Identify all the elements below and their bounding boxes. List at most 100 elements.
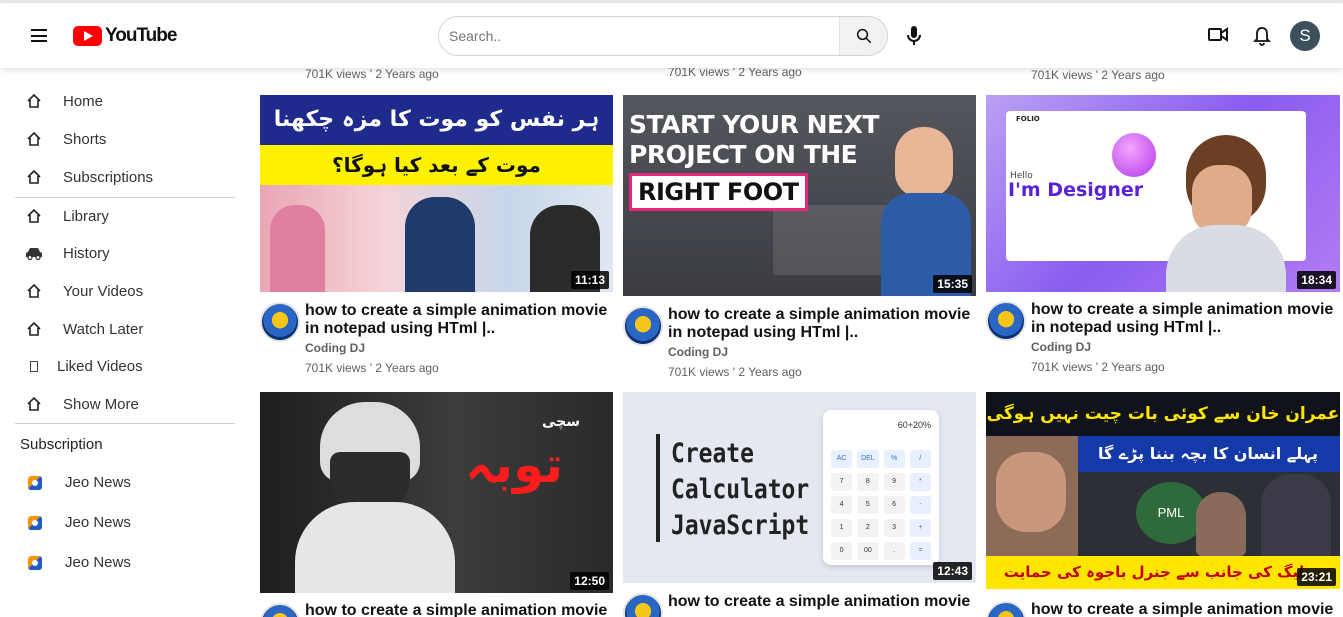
sidebar-item-label: Your Videos (63, 282, 144, 300)
channel-avatar[interactable] (623, 593, 663, 617)
search-input[interactable] (439, 17, 839, 55)
sidebar: Home Shorts Subscriptions Library Histor… (0, 68, 245, 617)
calculator-key: 7 (831, 473, 853, 491)
thumbnail-caption: عمران خان سے کوئی بات چیت نہیں ہوگی (986, 392, 1340, 436)
sidebar-divider (15, 197, 235, 198)
thumbnail-caption: PROJECT ON THE (629, 140, 858, 169)
channel-avatar[interactable] (986, 301, 1026, 341)
channel-avatar[interactable] (260, 302, 300, 342)
subscription-item-jeo-news[interactable]: Jeo News (28, 474, 131, 491)
search-button[interactable] (839, 17, 887, 55)
thumbnail-caption: RIGHT FOOT (629, 173, 808, 211)
video-thumbnail[interactable]: Create Calculator JavaScript 60+20% AC DE… (623, 392, 976, 583)
calculator-key: DEL (857, 450, 879, 468)
geo-news-icon (28, 555, 42, 570)
calculator-key: 1 (831, 519, 853, 537)
sidebar-divider (15, 423, 235, 424)
thumbnail-caption: Create (671, 438, 754, 469)
calculator-key: = (909, 542, 931, 560)
sidebar-item-library[interactable]: Library (25, 207, 109, 225)
calculator-key: 0 (831, 542, 853, 560)
missing-glyph-icon (25, 357, 43, 375)
thumbnail-caption: I'm Designer (1008, 179, 1144, 201)
car-icon (25, 244, 43, 262)
calculator-key: . (883, 542, 905, 560)
calculator-key: 6 (883, 496, 905, 514)
sidebar-item-watch-later[interactable]: Watch Later (25, 320, 143, 338)
sidebar-item-show-more[interactable]: Show More (25, 395, 139, 413)
video-thumbnail[interactable]: عمران خان سے کوئی بات چیت نہیں ہوگی پہلے… (986, 392, 1340, 589)
channel-avatar[interactable] (986, 601, 1026, 617)
home-icon (25, 130, 43, 148)
video-duration: 12:50 (570, 572, 609, 590)
thumbnail-caption: FOLIO (1016, 115, 1040, 123)
hamburger-menu-icon[interactable] (31, 29, 47, 42)
thumbnail-caption: JavaScript (671, 510, 810, 541)
channel-name[interactable]: Coding DJ (305, 341, 365, 355)
thumbnail-scene (260, 185, 613, 292)
sidebar-item-subscriptions[interactable]: Subscriptions (25, 168, 153, 186)
calculator-display: 60+20% (897, 420, 931, 430)
channel-avatar[interactable] (623, 306, 663, 346)
sidebar-item-your-videos[interactable]: Your Videos (25, 282, 143, 300)
user-avatar[interactable]: S (1290, 21, 1320, 51)
video-duration: 23:21 (1297, 568, 1336, 586)
create-video-icon[interactable] (1208, 26, 1228, 49)
sidebar-item-home[interactable]: Home (25, 92, 103, 110)
search-bar (438, 16, 888, 56)
calculator-key: * (909, 473, 931, 491)
channel-name[interactable]: Coding DJ (1031, 340, 1091, 354)
calculator-key: 00 (857, 542, 879, 560)
calculator-key: AC (831, 450, 853, 468)
calculator-key: % (883, 450, 905, 468)
video-meta: 701K views ' 2 Years ago (668, 365, 802, 379)
subscription-item-jeo-news[interactable]: Jeo News (28, 514, 131, 531)
video-title[interactable]: how to create a simple animation movie i… (1031, 301, 1341, 337)
calculator-key: 3 (883, 519, 905, 537)
home-icon (25, 395, 43, 413)
thumbnail-caption: پہلے انسان کا بچہ بننا پڑے گا (1076, 436, 1340, 472)
logo-text: YouTube (105, 25, 177, 46)
video-duration: 18:34 (1297, 271, 1336, 289)
video-duration: 11:13 (570, 271, 609, 289)
subscription-item-jeo-news[interactable]: Jeo News (28, 554, 131, 571)
subscription-heading: Subscription (20, 436, 103, 453)
top-header: YouTube S (0, 3, 1343, 68)
calculator-illustration: 60+20% AC DEL%/ 7 8 9 * 4 5 6- 1 2 3 +0 00. = (823, 410, 939, 565)
calculator-key: 4 (831, 496, 853, 514)
video-title[interactable]: how to create a simple animation movie i… (305, 302, 615, 338)
video-thumbnail[interactable]: ہر نفس کو موت کا مزہ چکھنا ہے موت کے بعد… (260, 95, 613, 292)
channel-name[interactable]: Coding DJ (668, 345, 728, 359)
sidebar-item-label: Liked Videos (57, 357, 143, 375)
video-meta: 701K views ' 2 Years ago (305, 361, 439, 375)
video-title[interactable]: how to create a simple animation movie i… (668, 306, 978, 342)
video-thumbnail[interactable]: START YOUR NEXT PROJECT ON THE RIGHT FOO… (623, 95, 976, 296)
video-title[interactable]: how to create a simple animation movie (668, 593, 978, 611)
video-thumbnail[interactable]: FOLIO Hello I'm Designer 18:34 (986, 95, 1340, 292)
video-title[interactable]: how to create a simple animation movie (1031, 601, 1341, 617)
microphone-icon[interactable] (905, 25, 923, 52)
notifications-bell-icon[interactable] (1252, 26, 1272, 51)
calculator-key: 2 (857, 519, 879, 537)
video-meta: 701K views ' 2 Years ago (1031, 360, 1165, 374)
sidebar-item-label: Subscriptions (63, 168, 154, 186)
home-icon (25, 207, 43, 225)
calculator-key: - (909, 496, 931, 514)
video-duration: 15:35 (933, 275, 972, 293)
thumbnail-caption: START YOUR NEXT (629, 110, 879, 139)
video-title[interactable]: how to create a simple animation movie (305, 602, 615, 617)
thumbnail-caption: توبہ (465, 436, 564, 494)
video-thumbnail[interactable]: سچی توبہ 12:50 (260, 392, 613, 593)
home-icon (25, 282, 43, 300)
sidebar-item-shorts[interactable]: Shorts (25, 130, 106, 148)
home-icon (25, 92, 43, 110)
channel-avatar[interactable] (260, 603, 300, 617)
geo-news-icon (28, 475, 42, 490)
calculator-key: / (909, 450, 931, 468)
video-duration: 12:43 (933, 562, 972, 580)
sidebar-item-liked-videos[interactable]: Liked Videos (25, 357, 143, 375)
sidebar-item-history[interactable]: History (25, 244, 110, 262)
sidebar-item-label: Watch Later (63, 320, 144, 338)
thumbnail-caption: موت کے بعد کیا ہوگا؟ (260, 145, 613, 185)
youtube-logo[interactable]: YouTube (73, 25, 177, 47)
